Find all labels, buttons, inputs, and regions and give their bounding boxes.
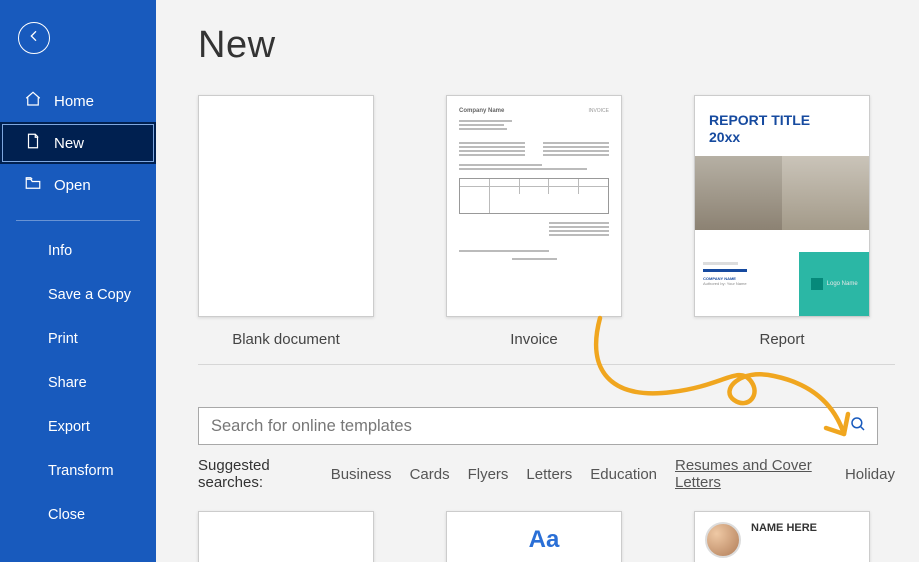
folder-open-icon	[24, 174, 42, 196]
template-thumbnail: Aa	[446, 511, 622, 562]
template-card-partial[interactable]: Aa	[446, 511, 622, 562]
template-thumbnail: Company Name INVOICE	[446, 95, 622, 317]
suggested-link-resumes[interactable]: Resumes and Cover Letters	[675, 457, 827, 491]
sidebar-menu-label: Save a Copy	[48, 287, 131, 303]
template-invoice[interactable]: Company Name INVOICE	[446, 95, 622, 348]
template-thumbnail: REPORT TITLE 20xx COMPANY NAME Authored …	[694, 95, 870, 317]
sidebar-item-share[interactable]: Share	[0, 361, 156, 405]
template-search-box[interactable]	[198, 407, 878, 445]
sidebar-menu-label: Print	[48, 331, 78, 347]
suggested-link-business[interactable]: Business	[331, 466, 392, 483]
sidebar-item-label: New	[54, 135, 84, 152]
sidebar-item-export[interactable]: Export	[0, 405, 156, 449]
back-button[interactable]	[18, 22, 50, 54]
sidebar-menu-label: Close	[48, 507, 85, 523]
template-thumbnail	[198, 511, 374, 562]
suggested-link-letters[interactable]: Letters	[526, 466, 572, 483]
sidebar-menu-label: Export	[48, 419, 90, 435]
suggested-label: Suggested searches:	[198, 457, 313, 491]
sidebar-divider	[16, 220, 140, 221]
sidebar-item-label: Home	[54, 93, 94, 110]
thumb-text: Aa	[447, 512, 621, 554]
suggested-link-education[interactable]: Education	[590, 466, 657, 483]
template-row: Blank document Company Name INVOICE	[198, 95, 895, 365]
home-icon	[24, 90, 42, 112]
sidebar-item-open[interactable]: Open	[0, 164, 156, 206]
template-card-partial[interactable]	[198, 511, 374, 562]
sidebar-menu-label: Transform	[48, 463, 114, 479]
template-label: Blank document	[198, 331, 374, 348]
suggested-searches: Suggested searches: Business Cards Flyer…	[198, 457, 895, 491]
thumb-text: REPORT TITLE	[709, 112, 810, 128]
sidebar-item-new[interactable]: New	[0, 122, 156, 164]
avatar-icon	[705, 522, 741, 558]
sidebar-item-home[interactable]: Home	[0, 80, 156, 122]
template-report[interactable]: REPORT TITLE 20xx COMPANY NAME Authored …	[694, 95, 870, 348]
suggested-link-cards[interactable]: Cards	[410, 466, 450, 483]
sidebar-item-close[interactable]: Close	[0, 493, 156, 537]
thumb-text: INVOICE	[588, 108, 609, 114]
sidebar-item-info[interactable]: Info	[0, 229, 156, 273]
template-card-partial[interactable]: NAME HERE	[694, 511, 870, 562]
template-thumbnail: NAME HERE	[694, 511, 870, 562]
thumb-text: Authored by: Your Name	[703, 281, 791, 286]
search-input[interactable]	[211, 417, 849, 436]
arrow-left-icon	[26, 28, 42, 49]
thumb-text: Company Name	[459, 108, 504, 114]
template-blank-document[interactable]: Blank document	[198, 95, 374, 348]
template-row-2: Aa NAME HERE	[198, 511, 895, 562]
suggested-link-flyers[interactable]: Flyers	[468, 466, 509, 483]
suggested-link-holiday[interactable]: Holiday	[845, 466, 895, 483]
template-label: Report	[694, 331, 870, 348]
thumb-text: 20xx	[709, 129, 740, 145]
thumb-text: NAME HERE	[751, 522, 817, 562]
thumb-text: Logo Name	[827, 281, 858, 287]
sidebar-item-transform[interactable]: Transform	[0, 449, 156, 493]
sidebar-menu-label: Share	[48, 375, 87, 391]
page-title: New	[198, 24, 895, 67]
document-icon	[24, 132, 42, 154]
template-label: Invoice	[446, 331, 622, 348]
sidebar-item-print[interactable]: Print	[0, 317, 156, 361]
sidebar-item-label: Open	[54, 177, 91, 194]
template-thumbnail	[198, 95, 374, 317]
main-panel: New Blank document Company Name INVOICE	[156, 0, 919, 562]
search-icon[interactable]	[849, 415, 867, 438]
sidebar-menu-label: Info	[48, 243, 72, 259]
sidebar-item-savecopy[interactable]: Save a Copy	[0, 273, 156, 317]
backstage-sidebar: Home New Open Info Save a Copy Print Sha…	[0, 0, 156, 562]
